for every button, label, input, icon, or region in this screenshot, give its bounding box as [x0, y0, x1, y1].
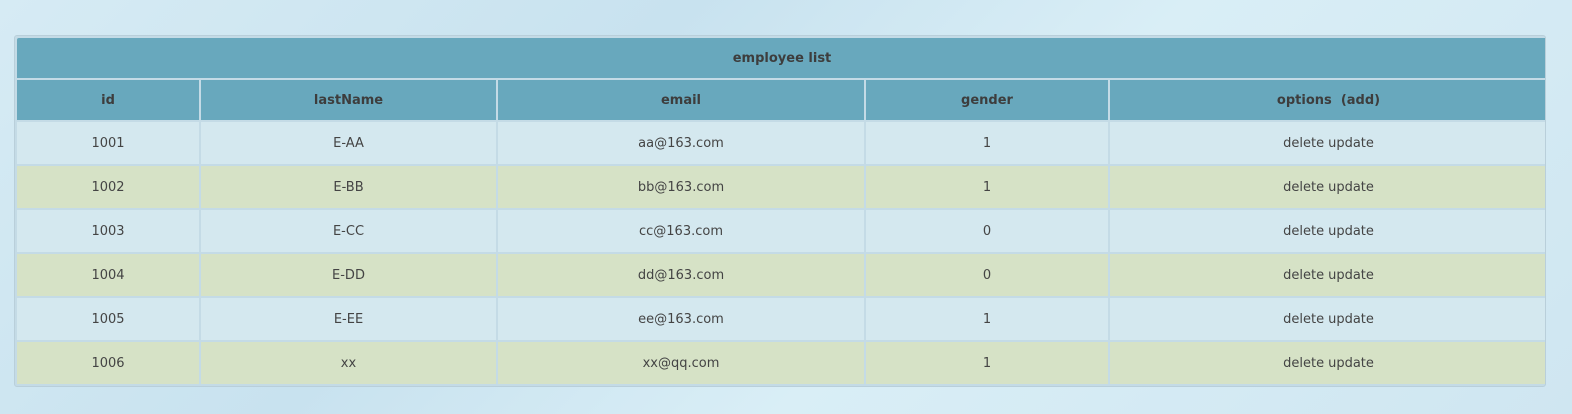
- cell-email: aa@163.com: [498, 122, 864, 164]
- cell-gender: 1: [866, 298, 1108, 340]
- table-caption: employee list: [17, 38, 1545, 78]
- cell-email: ee@163.com: [498, 298, 864, 340]
- cell-email: dd@163.com: [498, 254, 864, 296]
- delete-link[interactable]: delete: [1283, 356, 1324, 371]
- cell-gender: 1: [866, 342, 1108, 384]
- cell-id: 1004: [17, 254, 199, 296]
- add-employee-link[interactable]: (add): [1341, 93, 1380, 108]
- cell-email: xx@qq.com: [498, 342, 864, 384]
- cell-options: delete update: [1110, 210, 1545, 252]
- cell-gender: 0: [866, 210, 1108, 252]
- header-options-label: options: [1276, 92, 1332, 108]
- header-lastname: lastName: [201, 80, 496, 120]
- delete-link[interactable]: delete: [1283, 224, 1324, 239]
- delete-link[interactable]: delete: [1283, 312, 1324, 327]
- delete-link[interactable]: delete: [1283, 180, 1324, 195]
- cell-lastname: E-AA: [201, 122, 496, 164]
- cell-id: 1006: [17, 342, 199, 384]
- delete-link[interactable]: delete: [1283, 268, 1324, 283]
- table-row: 1005 E-EE ee@163.com 1 delete update: [17, 298, 1545, 340]
- cell-gender: 1: [866, 122, 1108, 164]
- cell-lastname: E-EE: [201, 298, 496, 340]
- cell-id: 1002: [17, 166, 199, 208]
- cell-lastname: E-CC: [201, 210, 496, 252]
- cell-id: 1001: [17, 122, 199, 164]
- cell-email: cc@163.com: [498, 210, 864, 252]
- cell-gender: 1: [866, 166, 1108, 208]
- table-row: 1002 E-BB bb@163.com 1 delete update: [17, 166, 1545, 208]
- update-link[interactable]: update: [1328, 356, 1374, 371]
- update-link[interactable]: update: [1328, 268, 1374, 283]
- table-row: 1001 E-AA aa@163.com 1 delete update: [17, 122, 1545, 164]
- cell-options: delete update: [1110, 166, 1545, 208]
- update-link[interactable]: update: [1328, 224, 1374, 239]
- cell-options: delete update: [1110, 254, 1545, 296]
- table-row: 1003 E-CC cc@163.com 0 delete update: [17, 210, 1545, 252]
- header-id: id: [17, 80, 199, 120]
- update-link[interactable]: update: [1328, 180, 1374, 195]
- header-options: options (add): [1110, 80, 1545, 120]
- cell-id: 1003: [17, 210, 199, 252]
- cell-options: delete update: [1110, 298, 1545, 340]
- update-link[interactable]: update: [1328, 136, 1374, 151]
- employee-table-container: employee list id lastName email gender o…: [14, 35, 1546, 387]
- table-row: 1004 E-DD dd@163.com 0 delete update: [17, 254, 1545, 296]
- header-email: email: [498, 80, 864, 120]
- cell-gender: 0: [866, 254, 1108, 296]
- table-row: 1006 xx xx@qq.com 1 delete update: [17, 342, 1545, 384]
- update-link[interactable]: update: [1328, 312, 1374, 327]
- cell-id: 1005: [17, 298, 199, 340]
- cell-email: bb@163.com: [498, 166, 864, 208]
- cell-lastname: E-DD: [201, 254, 496, 296]
- cell-options: delete update: [1110, 342, 1545, 384]
- cell-options: delete update: [1110, 122, 1545, 164]
- cell-lastname: xx: [201, 342, 496, 384]
- header-gender: gender: [866, 80, 1108, 120]
- employee-table: employee list id lastName email gender o…: [15, 36, 1545, 386]
- delete-link[interactable]: delete: [1283, 136, 1324, 151]
- cell-lastname: E-BB: [201, 166, 496, 208]
